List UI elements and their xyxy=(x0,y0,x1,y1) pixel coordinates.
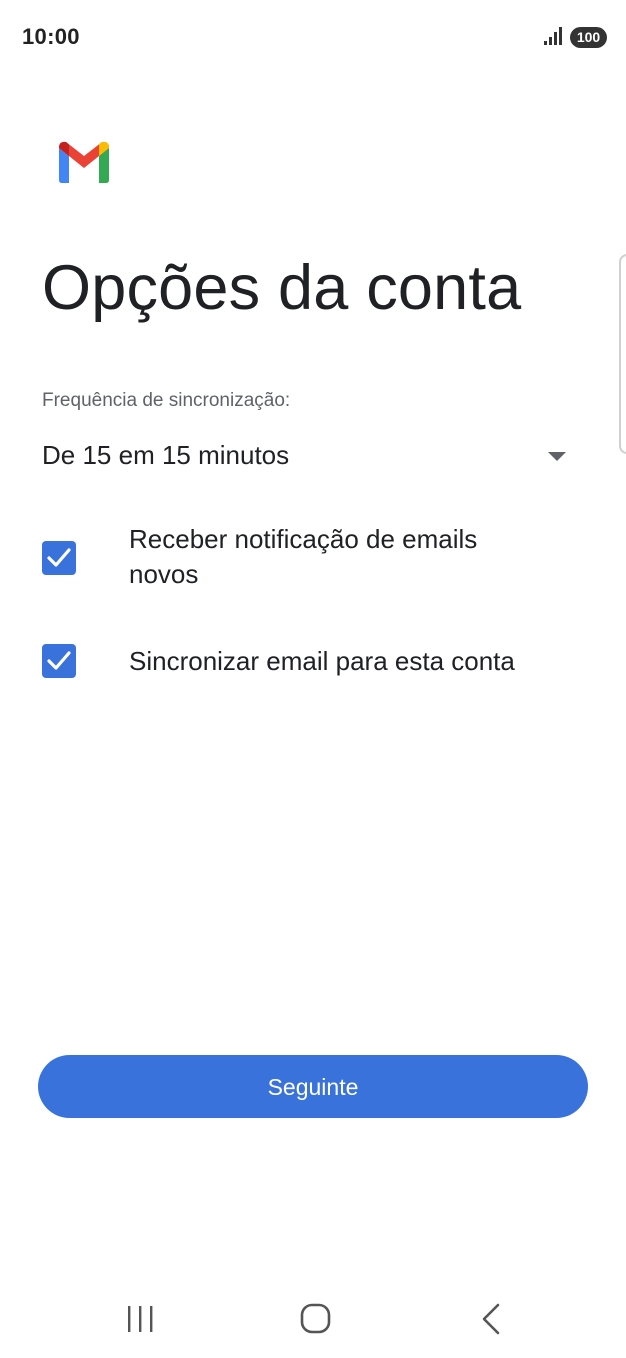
notify-new-emails-label: Receber notificação de emails novos xyxy=(129,524,478,589)
status-bar: 10:00 100 xyxy=(0,0,626,76)
notify-new-emails-option[interactable]: Receber notificação de emails novos xyxy=(42,522,582,594)
sync-frequency-dropdown[interactable]: De 15 em 15 minutos xyxy=(42,436,572,480)
page-title: Opções da conta xyxy=(42,253,522,323)
sync-email-option[interactable]: Sincronizar email para esta conta xyxy=(42,642,582,682)
next-button[interactable]: Seguinte xyxy=(38,1055,588,1118)
sync-email-label: Sincronizar email para esta conta xyxy=(129,646,515,676)
checkmark-icon xyxy=(47,651,71,670)
gmail-logo-icon xyxy=(55,140,113,184)
sync-frequency-label: Frequência de sincronização: xyxy=(42,390,291,411)
sync-frequency-value: De 15 em 15 minutos xyxy=(42,440,290,470)
signal-bars-icon xyxy=(543,26,563,46)
status-time: 10:00 xyxy=(22,24,80,49)
back-icon[interactable] xyxy=(462,1298,522,1338)
checkmark-icon xyxy=(47,548,71,567)
notify-new-emails-checkbox[interactable] xyxy=(42,541,76,575)
scroll-indicator[interactable] xyxy=(619,254,626,454)
dropdown-arrow-icon xyxy=(548,452,566,461)
recents-icon[interactable] xyxy=(110,1298,170,1338)
navigation-bar xyxy=(0,1280,626,1358)
battery-indicator: 100 xyxy=(570,27,607,48)
home-icon[interactable] xyxy=(285,1298,345,1338)
sync-email-checkbox[interactable] xyxy=(42,644,76,678)
